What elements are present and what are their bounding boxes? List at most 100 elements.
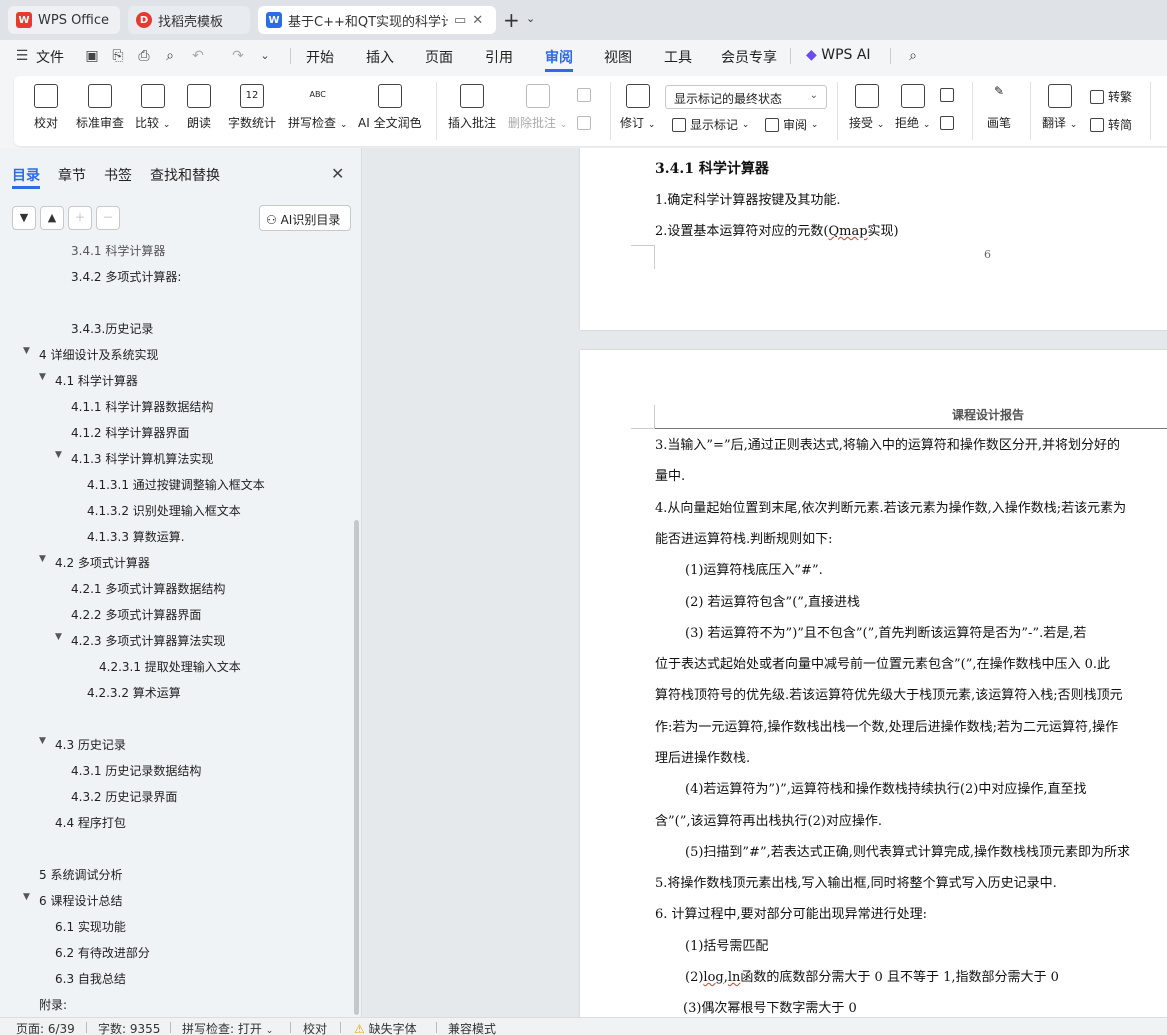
menu-wps-ai[interactable]: ◆ WPS AI — [806, 47, 871, 63]
spell-check-button[interactable]: ABC 拼写检查 ⌄ — [288, 84, 347, 131]
toc-item[interactable]: 4.3.1 历史记录数据结构 — [71, 762, 201, 779]
export-icon[interactable]: ⎘ — [110, 48, 126, 64]
menu-member[interactable]: 会员专享 — [721, 47, 777, 67]
toc-item[interactable]: ▼ 4.1.3 科学计算机算法实现 — [55, 450, 213, 467]
undo-icon[interactable]: ↶ — [190, 48, 206, 64]
toc-item[interactable]: 4.2.3.1 提取处理输入文本 — [99, 658, 241, 675]
toc-item[interactable]: ▼ 4.2.3 多项式计算器算法实现 — [55, 632, 225, 649]
translate-button[interactable]: 翻译 ⌄ — [1042, 84, 1077, 131]
toc-item[interactable]: 4.1.2 科学计算器界面 — [71, 424, 189, 441]
print-icon[interactable]: ⎙ — [136, 48, 152, 64]
toc-item[interactable]: 4.1.3.1 通过按键调整输入框文本 — [87, 476, 265, 493]
delete-comment-button[interactable]: 删除批注 ⌄ — [508, 84, 567, 131]
close-pane-icon[interactable]: ✕ — [331, 164, 344, 183]
next-change-icon[interactable] — [940, 116, 958, 130]
next-comment-icon[interactable] — [577, 116, 595, 130]
menu-insert[interactable]: 插入 — [366, 47, 394, 67]
menu-review[interactable]: 审阅 — [545, 47, 573, 67]
toc-item[interactable]: 3.4.3.历史记录 — [71, 320, 153, 337]
nav-tab-toc[interactable]: 目录 — [12, 165, 40, 185]
tab-template[interactable]: D 找稻壳模板 — [128, 6, 250, 34]
compare-button[interactable]: 比较 ⌄ — [135, 84, 170, 131]
page-indicator[interactable]: 页面: 6/39 — [16, 1020, 75, 1035]
toc-item[interactable]: 6.2 有待改进部分 — [55, 944, 150, 961]
spell-check-indicator[interactable]: 拼写检查: 打开 ⌄ — [182, 1020, 273, 1035]
ai-toc-button[interactable]: ⚇ AI识别目录 — [259, 205, 351, 231]
tab-wps-office[interactable]: W WPS Office — [8, 6, 120, 34]
nav-tab-find-replace[interactable]: 查找和替换 — [150, 165, 220, 185]
collapse-up-icon[interactable]: ▲ — [40, 206, 64, 230]
toc-item[interactable]: 5 系统调试分析 — [39, 866, 122, 883]
ai-polish-button[interactable]: AI 全文润色 — [358, 84, 422, 131]
menu-home[interactable]: 开始 — [306, 47, 334, 67]
toc-item[interactable]: 6.3 自我总结 — [55, 970, 126, 987]
menu-tools[interactable]: 工具 — [664, 47, 692, 67]
toc-item[interactable]: ▼ 4.3 历史记录 — [39, 736, 126, 753]
expanded-arrow-icon[interactable]: ▼ — [39, 554, 46, 564]
review-pane-button[interactable]: 审阅 ⌄ — [765, 116, 818, 133]
window-icon[interactable]: ▭ — [454, 13, 466, 28]
read-aloud-button[interactable]: 朗读 — [187, 84, 211, 131]
expanded-arrow-icon[interactable]: ▼ — [23, 346, 30, 356]
reject-button[interactable]: 拒绝 ⌄ — [895, 84, 930, 131]
document-canvas[interactable]: 3.4.1 科学计算器 1.确定科学计算器按键及其功能. 2.设置基本运算符对应… — [363, 148, 1167, 1017]
menu-page[interactable]: 页面 — [425, 47, 453, 67]
toc-item[interactable]: 6.1 实现功能 — [55, 918, 126, 935]
expanded-arrow-icon[interactable]: ▼ — [39, 736, 46, 746]
track-changes-button[interactable]: 修订 ⌄ — [620, 84, 655, 131]
hamburger-icon[interactable]: ☰ — [14, 48, 30, 64]
expanded-arrow-icon[interactable]: ▼ — [55, 632, 62, 642]
toc-item[interactable]: 4.1.1 科学计算器数据结构 — [71, 398, 213, 415]
save-icon[interactable]: ▣ — [84, 48, 100, 64]
proofread-button[interactable]: 校对 — [34, 84, 58, 131]
toc-item[interactable]: 4.1.3.2 识别处理输入框文本 — [87, 502, 241, 519]
standard-review-button[interactable]: 标准审查 — [76, 84, 124, 131]
toc-item[interactable]: 4.2.3.2 算术运算 — [87, 684, 181, 701]
to-traditional-button[interactable]: 转繁 — [1090, 88, 1132, 105]
expanded-arrow-icon[interactable]: ▼ — [23, 892, 30, 902]
markup-display-select[interactable]: 显示标记的最终状态 ⌄ — [665, 85, 827, 109]
toc-item[interactable]: ▼ 6 课程设计总结 — [23, 892, 122, 909]
redo-icon[interactable]: ↷ — [230, 48, 246, 64]
toc-item[interactable]: 3.4.2 多项式计算器: — [71, 268, 181, 285]
menu-view[interactable]: 视图 — [604, 47, 632, 67]
missing-font-indicator[interactable]: ⚠ 缺失字体 — [354, 1020, 417, 1035]
quick-access-chevron-icon[interactable]: ⌄ — [257, 48, 273, 64]
expanded-arrow-icon[interactable]: ▼ — [55, 450, 62, 460]
menu-references[interactable]: 引用 — [485, 47, 513, 67]
insert-comment-button[interactable]: 插入批注 — [448, 84, 496, 131]
accept-button[interactable]: 接受 ⌄ — [849, 84, 884, 131]
menu-file[interactable]: 文件 — [36, 47, 64, 67]
toc-item[interactable]: 4.4 程序打包 — [55, 814, 126, 831]
nav-tab-chapters[interactable]: 章节 — [58, 165, 86, 185]
prev-change-icon[interactable] — [940, 88, 958, 102]
close-tab-icon[interactable]: ✕ — [472, 13, 483, 28]
toc-item[interactable]: 4.2.2 多项式计算器界面 — [71, 606, 201, 623]
new-tab-icon[interactable]: + — [503, 10, 520, 30]
toc-item[interactable]: 附录: — [39, 996, 67, 1013]
toc-item[interactable]: ▼ 4 详细设计及系统实现 — [23, 346, 158, 363]
show-markup-button[interactable]: 显示标记 ⌄ — [672, 116, 749, 133]
tab-document[interactable]: W 基于C++和QT实现的科学计算器 ▭ ✕ — [258, 6, 496, 34]
toc-item[interactable]: 4.2.1 多项式计算器数据结构 — [71, 580, 225, 597]
nav-scrollbar[interactable] — [354, 520, 359, 1015]
pen-button[interactable]: ✎ 画笔 — [987, 84, 1011, 131]
remove-heading-icon[interactable]: － — [96, 206, 120, 230]
search-icon[interactable]: ⌕ — [905, 48, 921, 64]
toc-item[interactable]: ▼ 4.2 多项式计算器 — [39, 554, 150, 571]
expanded-arrow-icon[interactable]: ▼ — [39, 372, 46, 382]
nav-tab-bookmarks[interactable]: 书签 — [104, 165, 132, 185]
print-preview-icon[interactable]: ⌕ — [162, 48, 178, 64]
toc-item[interactable]: 3.4.1 科学计算器 — [71, 242, 165, 259]
toc-item[interactable]: 4.1.3.3 算数运算. — [87, 528, 185, 545]
tab-list-chevron-icon[interactable]: ⌄ — [526, 12, 535, 25]
to-simplified-button[interactable]: 转简 — [1090, 116, 1132, 133]
word-count-indicator[interactable]: 字数: 9355 — [98, 1020, 160, 1035]
toc-item[interactable]: ▼ 4.1 科学计算器 — [39, 372, 138, 389]
prev-comment-icon[interactable] — [577, 88, 595, 102]
add-heading-icon[interactable]: ＋ — [68, 206, 92, 230]
expand-down-icon[interactable]: ▼ — [12, 206, 36, 230]
proof-indicator[interactable]: 校对 — [303, 1020, 327, 1035]
word-count-button[interactable]: 12 字数统计 — [228, 84, 276, 131]
toc-item[interactable]: 4.3.2 历史记录界面 — [71, 788, 177, 805]
